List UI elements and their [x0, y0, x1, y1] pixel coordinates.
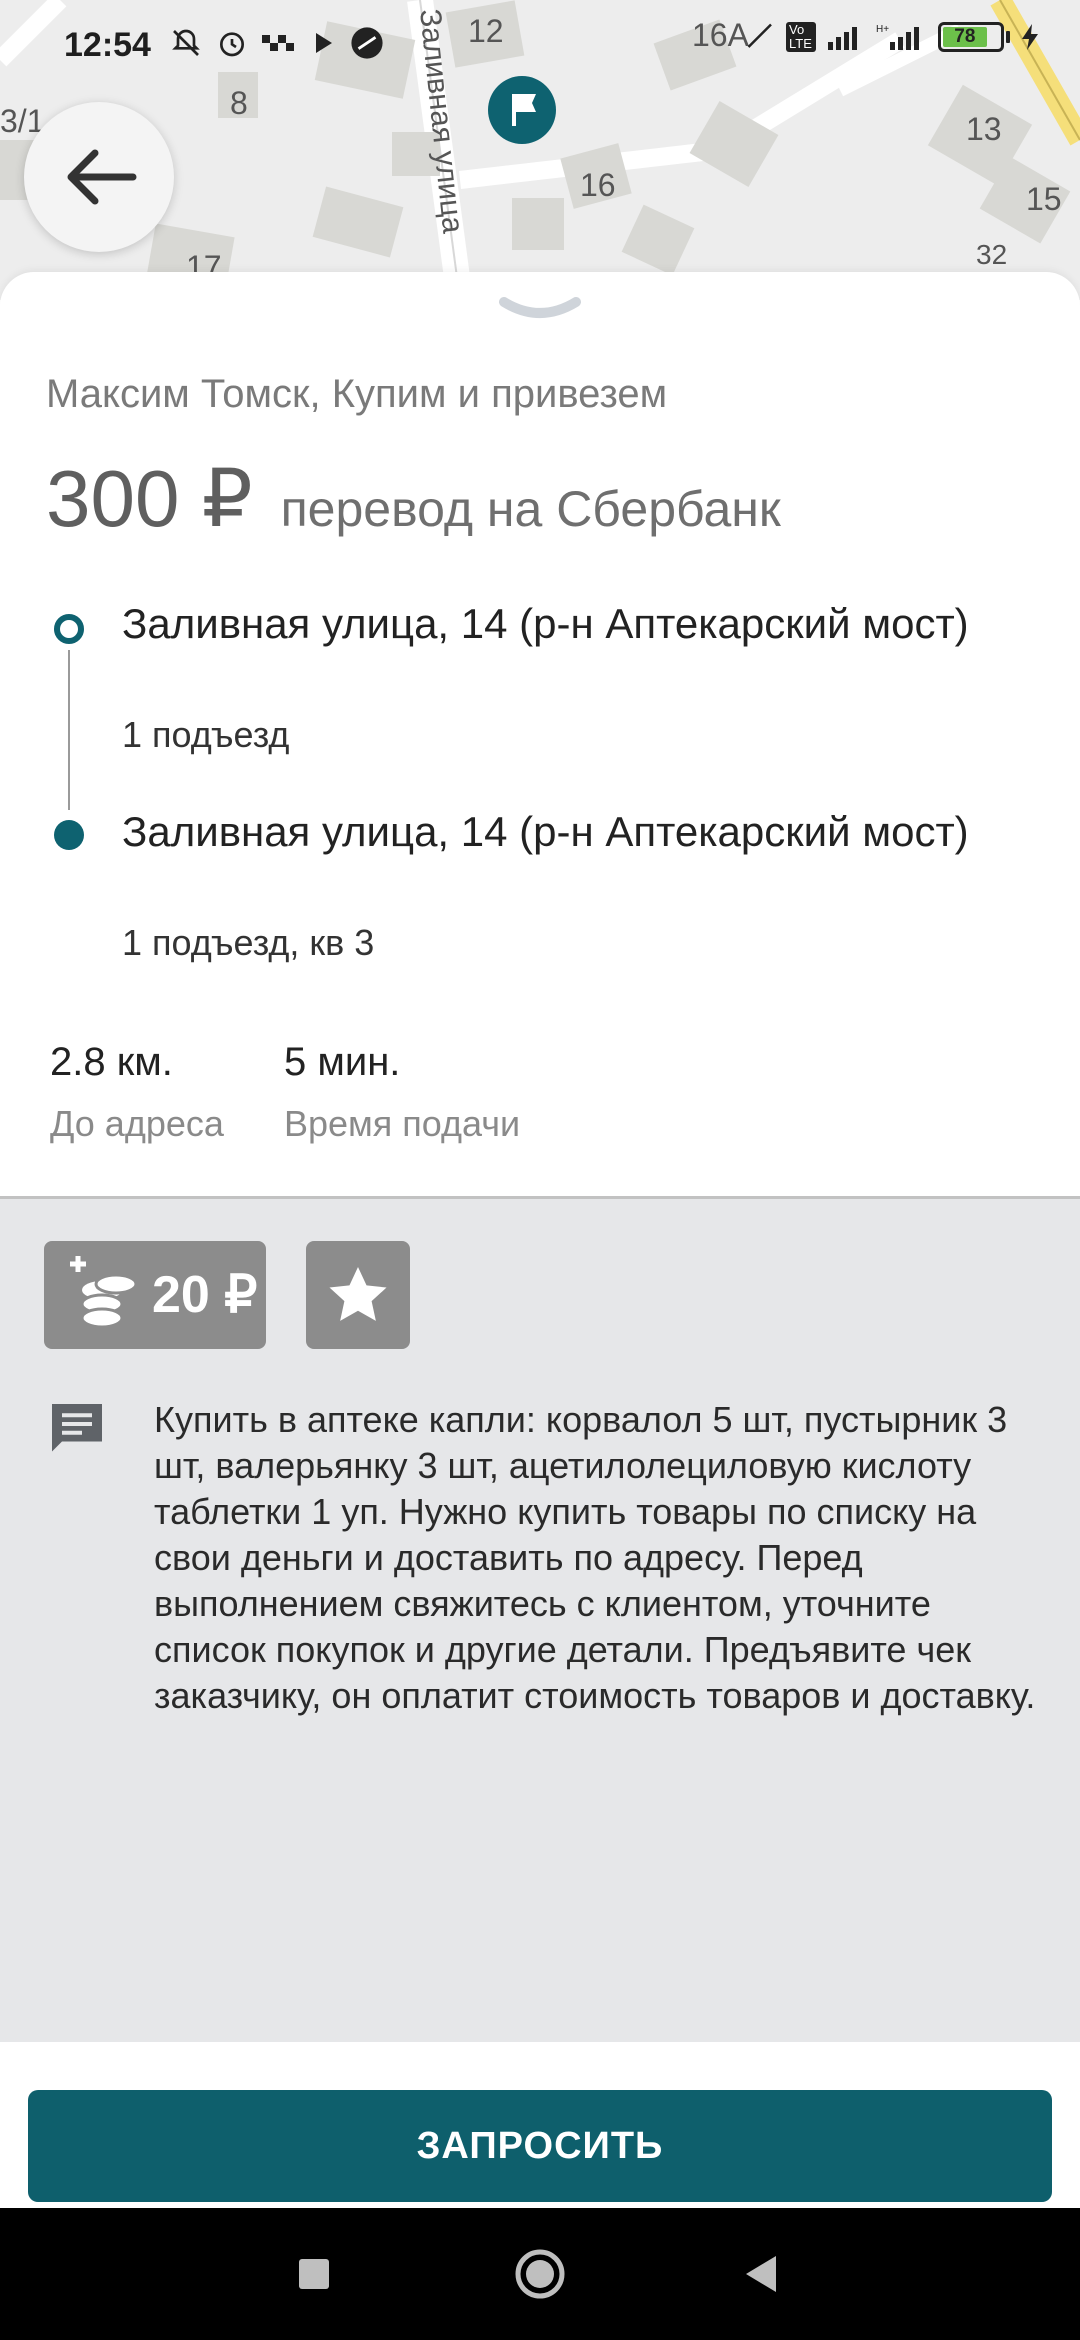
nav-back-icon [746, 2256, 776, 2292]
dropoff-detail: 1 подъезд, кв 3 [122, 922, 375, 963]
distance-label: До адреса [50, 1103, 224, 1144]
drag-handle-icon[interactable] [498, 294, 582, 324]
price-row: 300 ₽ перевод на Сбербанк [46, 452, 781, 545]
bonus-badge[interactable]: 20 ₽ [44, 1241, 266, 1349]
dropoff-dot-icon [54, 820, 84, 850]
order-extras-panel: 20 ₽ Купить в аптеке капли: корвалол 5 ш… [0, 1199, 1080, 2042]
eta-stat: 5 мин. Время подачи [284, 1040, 520, 1145]
request-button[interactable]: ЗАПРОСИТЬ [28, 2090, 1052, 2202]
volte-badge: Vo LTE [786, 22, 816, 52]
pickup-address: Заливная улица, 14 (р-н Аптекарский мост… [122, 600, 969, 647]
order-price: 300 ₽ [46, 454, 253, 543]
svg-text:H+: H+ [876, 24, 889, 35]
pickup-detail: 1 подъезд [122, 714, 290, 755]
coins-plus-icon [70, 1256, 138, 1329]
taxi-app-icon [262, 35, 294, 51]
alarm-off-icon [747, 23, 772, 48]
nav-back-button[interactable] [700, 2208, 820, 2340]
distance-stat: 2.8 км. До адреса [50, 1040, 224, 1145]
signal-h-icon: H+ [876, 24, 919, 50]
system-nav-bar [0, 2208, 1080, 2340]
nav-home-icon [515, 2249, 565, 2299]
nav-recents-button[interactable] [254, 2208, 374, 2340]
svg-text:13: 13 [966, 111, 1002, 147]
customer-name: Максим Томск, Купим и привезем [46, 372, 668, 416]
mute-notifications-icon [172, 29, 200, 56]
status-bar: 12:54 Vo LTE H+ 78 [0, 0, 1080, 96]
app-circle-icon [351, 27, 383, 59]
svg-text:15: 15 [1026, 181, 1062, 217]
star-icon [329, 1267, 387, 1321]
alarm-icon [220, 32, 244, 57]
comment-icon [52, 1404, 102, 1452]
svg-text:16: 16 [580, 167, 616, 203]
signal-icon [828, 27, 857, 50]
route-line [68, 650, 70, 810]
eta-label: Время подачи [284, 1103, 521, 1144]
order-comment: Купить в аптеке капли: корвалол 5 шт, пу… [154, 1399, 1036, 1716]
charging-icon [1022, 24, 1038, 50]
status-time: 12:54 [64, 26, 151, 64]
play-icon [316, 33, 332, 53]
distance-value: 2.8 км. [50, 1040, 173, 1084]
back-button[interactable] [24, 102, 174, 252]
back-arrow-icon [67, 149, 137, 205]
payment-method: перевод на Сбербанк [280, 481, 781, 537]
battery-level: 78 [943, 27, 987, 47]
pickup-dot-icon [54, 614, 84, 644]
battery-icon: 78 [938, 22, 1010, 52]
svg-text:32: 32 [976, 239, 1007, 270]
nav-home-button[interactable] [480, 2208, 600, 2340]
eta-value: 5 мин. [284, 1040, 401, 1084]
favorite-button[interactable] [306, 1241, 410, 1349]
order-details-sheet: Максим Томск, Купим и привезем 300 ₽ пер… [0, 272, 1080, 2340]
bonus-value: 20 ₽ [152, 1266, 258, 1324]
nav-recents-icon [299, 2259, 329, 2289]
dropoff-address: Заливная улица, 14 (р-н Аптекарский мост… [122, 808, 969, 855]
